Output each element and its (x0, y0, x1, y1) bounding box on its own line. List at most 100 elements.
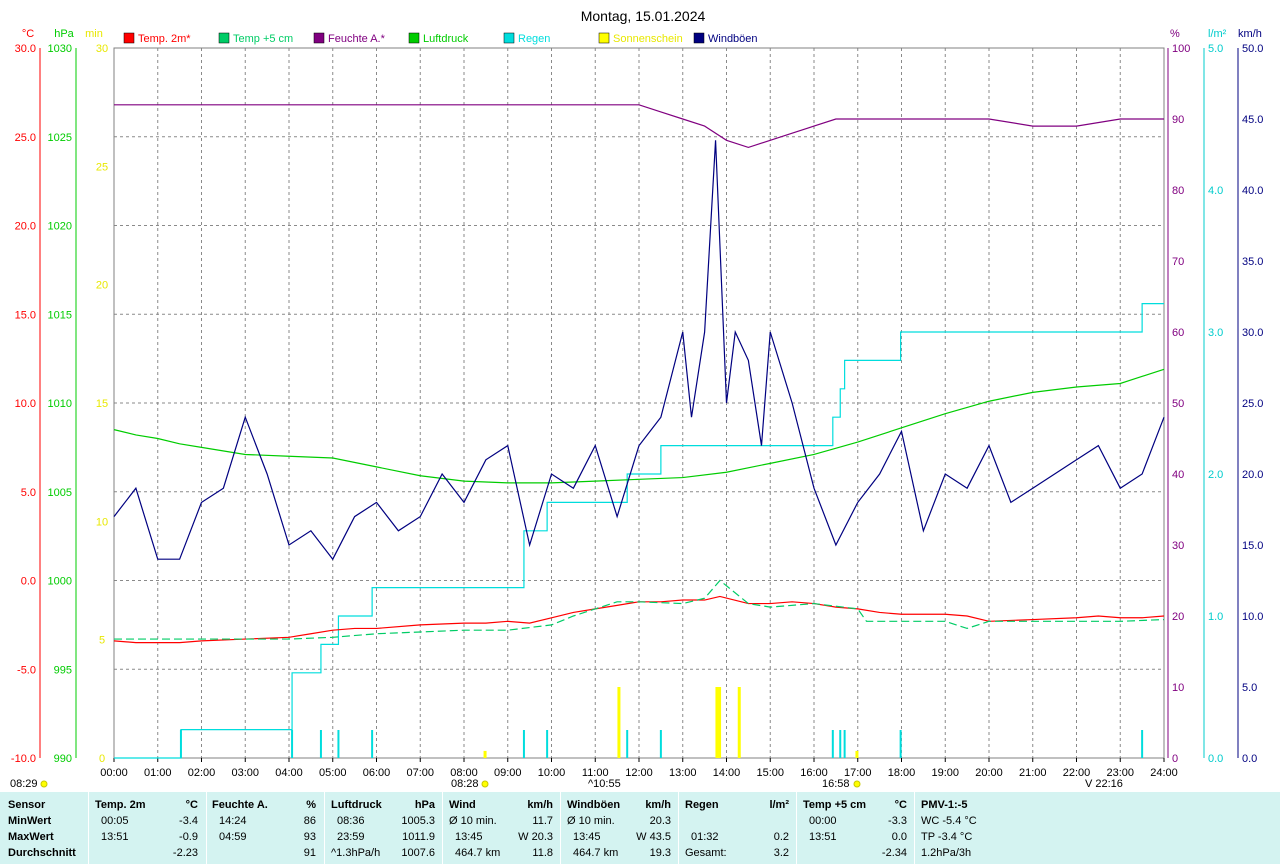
sunshine-axis-unit: min (85, 28, 103, 40)
x-tick-label: 04:00 (275, 767, 303, 779)
chart-title: Montag, 15.01.2024 (581, 8, 706, 24)
sunshine-axis-tick: 0 (99, 753, 105, 765)
x-tick-label: 02:00 (188, 767, 216, 779)
wind-axis-unit: km/h (1238, 28, 1262, 40)
wind-axis-tick: 5.0 (1242, 682, 1257, 694)
legend-label: Feuchte A.* (328, 33, 386, 45)
pressure-axis-tick: 990 (54, 753, 72, 765)
daylight-end-label: 16:58 (822, 778, 850, 790)
x-tick-label: 21:00 (1019, 767, 1047, 779)
humidity-axis-tick: 10 (1172, 682, 1184, 694)
x-tick-label: 05:00 (319, 767, 347, 779)
x-tick-label: 00:00 (100, 767, 128, 779)
rain-unit: l/m² (769, 799, 789, 811)
humidity-unit: % (306, 799, 316, 811)
temp2m-unit: °C (185, 799, 198, 811)
sunshine-bar (715, 687, 719, 758)
wind-axis-tick: 20.0 (1242, 469, 1263, 481)
wind-max-time: 13:45 (455, 831, 483, 843)
pressure-trend: ^1.3hPa/h (331, 847, 381, 859)
legend-label: Luftdruck (423, 33, 469, 45)
column-divider (442, 792, 443, 864)
humidity-axis-tick: 90 (1172, 114, 1184, 126)
humidity-axis-tick: 50 (1172, 398, 1184, 410)
sunshine-axis-tick: 15 (96, 398, 108, 410)
x-tick-label: 10:00 (538, 767, 566, 779)
temp-axis-tick: 25.0 (15, 132, 36, 144)
wind-min: 11.7 (532, 815, 553, 827)
pressure-axis-tick: 995 (54, 664, 72, 676)
column-divider (560, 792, 561, 864)
rain-max: 0.2 (773, 831, 789, 843)
gusts-header: Windböen (567, 799, 621, 811)
legend-label: Windböen (708, 33, 758, 45)
rain-total-label: Gesamt: (685, 847, 727, 859)
x-tick-label: 01:00 (144, 767, 172, 779)
solar-noon-label: ^10:55 (588, 778, 621, 790)
humidity-axis-tick: 70 (1172, 256, 1184, 268)
wind-header: Wind (449, 799, 476, 811)
humidity-axis-tick: 100 (1172, 43, 1190, 55)
gusts-unit: km/h (645, 799, 671, 811)
gusts-min-label: Ø 10 min. (567, 815, 615, 827)
legend-swatch (408, 32, 420, 44)
row-label-sensor: Sensor (8, 799, 46, 811)
gusts-max: W 43.5 (636, 831, 671, 843)
pressure-axis-tick: 1015 (48, 309, 72, 321)
row-label-avg: Durchschnitt (8, 847, 76, 859)
night-marker-label: V 22:16 (1085, 778, 1123, 790)
sunshine-axis-tick: 5 (99, 635, 105, 647)
temp5cm-unit: °C (894, 799, 907, 811)
legend-swatch (503, 32, 515, 44)
sun-icon (40, 780, 48, 788)
x-tick-label: 03:00 (231, 767, 259, 779)
daylight-start-label: 08:29 (10, 778, 38, 790)
x-tick-label: 06:00 (363, 767, 391, 779)
wind-axis-tick: 50.0 (1242, 43, 1263, 55)
wind-axis-tick: 10.0 (1242, 611, 1263, 623)
pressure-max-time: 23:59 (337, 831, 365, 843)
temp5cm-min: -3.3 (888, 815, 907, 827)
pressure-axis-tick: 1030 (48, 43, 72, 55)
sunshine-bar (718, 687, 722, 758)
sunshine-axis-tick: 20 (96, 280, 108, 292)
temp2m-min-time: 00:05 (101, 815, 129, 827)
humidity-axis-tick: 40 (1172, 469, 1184, 481)
rain-axis-tick: 0.0 (1208, 753, 1223, 765)
humidity-axis-tick: 30 (1172, 540, 1184, 552)
x-tick-label: 14:00 (713, 767, 741, 779)
temp-axis-tick: 0.0 (21, 576, 36, 588)
temp5cm-header: Temp +5 cm (803, 799, 867, 811)
wind-axis-tick: 35.0 (1242, 256, 1263, 268)
rain-axis-tick: 5.0 (1208, 43, 1223, 55)
humidity-axis-tick: 20 (1172, 611, 1184, 623)
rain-header: Regen (685, 799, 719, 811)
rain-axis-unit: l/m² (1208, 28, 1227, 40)
temp2m-avg: -2.23 (172, 847, 198, 859)
gusts-distance: 464.7 km (573, 847, 619, 859)
wind-avg: 11.8 (532, 847, 553, 859)
temp-axis-unit: °C (22, 28, 34, 40)
sun-icon (481, 780, 489, 788)
pmv-dewpoint: TP -3.4 °C (921, 831, 973, 843)
pressure-axis-tick: 1005 (48, 487, 72, 499)
temp5cm-max: 0.0 (891, 831, 907, 843)
temp-axis-tick: 20.0 (15, 221, 36, 233)
x-tick-label: 07:00 (406, 767, 434, 779)
wind-axis-tick: 15.0 (1242, 540, 1263, 552)
legend-label: Temp. 2m* (138, 33, 191, 45)
sunrise-label: 08:28 (451, 778, 479, 790)
pressure-unit: hPa (414, 799, 435, 811)
row-label-min: MinWert (8, 815, 52, 827)
temp-axis-tick: 5.0 (21, 487, 36, 499)
legend-label: Regen (518, 33, 550, 45)
temp2m-max-time: 13:51 (101, 831, 129, 843)
rain-axis-tick: 2.0 (1208, 469, 1223, 481)
temp2m-max: -0.9 (179, 831, 198, 843)
column-divider (678, 792, 679, 864)
temp-axis-tick: 15.0 (15, 309, 36, 321)
gusts-min: 20.3 (649, 815, 671, 827)
pmv-windchill: WC -5.4 °C (921, 815, 977, 827)
humidity-min: 86 (303, 815, 316, 827)
pmv-pressure-trend: 1.2hPa/3h (921, 847, 972, 859)
